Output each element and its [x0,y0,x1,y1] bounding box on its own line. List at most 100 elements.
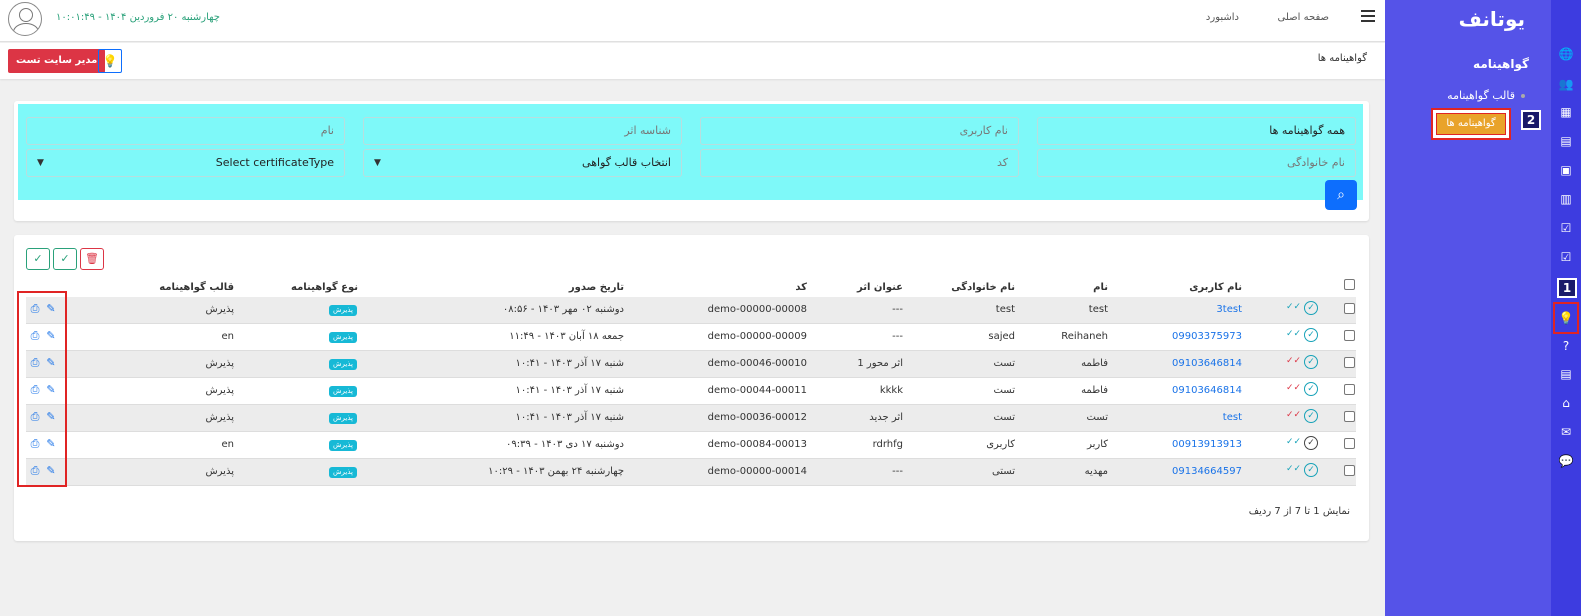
col-work-title[interactable]: عنوان اثر [857,282,903,293]
cell-issue-date: شنبه ۱۷ آذر ۱۴۰۳ - ۱۰:۴۱ [515,358,624,369]
cell-username[interactable]: test [1223,412,1242,423]
checkbox-icon-2[interactable]: ☑ [1558,249,1574,265]
check-circle-icon[interactable]: ✓ [1304,382,1318,396]
menu-icon[interactable] [1361,10,1375,22]
row-checkbox[interactable] [1344,330,1355,341]
cell-family: تستی [991,466,1015,477]
cell-username[interactable]: 3test [1216,304,1242,315]
building-icon[interactable]: ▦ [1558,104,1574,120]
users-icon[interactable]: 👥 [1558,76,1574,92]
row-checkbox[interactable] [1344,357,1355,368]
col-name[interactable]: نام [1093,282,1108,293]
col-code[interactable]: کد [795,282,807,293]
name-input[interactable]: نام [26,117,345,145]
col-type[interactable]: نوع گواهینامه [291,282,358,293]
type-badge: پذیرش [329,332,357,343]
template-select-value: انتخاب قالب گواهی [582,156,671,169]
double-check-icon[interactable]: ✓✓ [1286,383,1301,393]
checkbox-icon[interactable]: ☑ [1558,220,1574,236]
cell-username[interactable]: 09103646814 [1172,358,1242,369]
globe-icon[interactable]: 🌐 [1558,46,1574,62]
username-input[interactable]: نام کاربری [700,117,1019,145]
col-username[interactable]: نام کاربری [1189,282,1242,293]
cell-template: پذیرش [205,412,234,423]
type-select[interactable]: ▼ Select certificateType [26,149,345,177]
cell-work-title: اثر محور 1 [857,358,903,369]
page-title: گواهینامه ها [1317,53,1367,64]
cell-code: demo-00046-00010 [707,358,807,369]
user-button[interactable]: مدیر سایت تست [8,49,106,73]
double-check-button[interactable]: ✓ [53,248,77,270]
check-circle-icon[interactable]: ✓ [1304,301,1318,315]
double-check-icon[interactable]: ✓✓ [1286,302,1301,312]
col-family[interactable]: نام خانوادگی [951,282,1015,293]
nav-home[interactable]: صفحه اصلی [1278,12,1329,23]
table-row: ✓ ✓✓ 09103646814 فاطمه تست kkkk demo-00044-000… [26,378,1356,405]
bulb-icon[interactable]: 💡 [98,49,122,73]
row-checkbox[interactable] [1344,438,1355,449]
cell-name: Reihaneh [1061,331,1108,342]
card-icon[interactable]: ▤ [1558,133,1574,149]
store-icon[interactable]: ⌂ [1558,395,1574,411]
book-icon[interactable]: ▥ [1558,191,1574,207]
chevron-down-icon: ▼ [374,158,381,168]
double-check-icon[interactable]: ✓✓ [1286,437,1301,447]
row-checkbox[interactable] [1344,411,1355,422]
table-row: ✓ ✓✓ 09103646814 فاطمه تست اثر محور 1 demo-000… [26,351,1356,378]
type-badge: پذیرش [329,359,357,370]
template-select[interactable]: ▼ انتخاب قالب گواهی [363,149,682,177]
delete-button[interactable]: 🗑 [80,248,104,270]
cell-username[interactable]: 09103646814 [1172,385,1242,396]
double-check-icon[interactable]: ✓✓ [1286,329,1301,339]
cell-work-title: اثر جدید [869,412,903,423]
cell-username[interactable]: 00913913913 [1172,439,1242,450]
name-placeholder: نام [320,124,334,137]
table-row: ✓ ✓✓ 3test test test --- demo-00000-00008 دوشنب… [26,297,1356,324]
nav-dashboard[interactable]: داشبورد [1206,12,1239,23]
row-checkbox[interactable] [1344,303,1355,314]
check-circle-icon[interactable]: ✓ [1304,436,1318,450]
double-check-icon[interactable]: ✓✓ [1286,410,1301,420]
sidebar-item-certificates[interactable]: گواهینامه ها [1431,108,1511,140]
table-row: ✓ ✓✓ 09903375973 Reihaneh sajed --- demo-00000… [26,324,1356,351]
chevron-down-icon: ▼ [37,158,44,168]
double-check-icon[interactable]: ✓✓ [1286,356,1301,366]
sidebar-title[interactable]: گواهینامه [1473,57,1529,71]
help-icon[interactable]: ? [1558,338,1574,354]
certificate-select[interactable]: همه گواهینامه ها [1037,117,1356,145]
cell-issue-date: دوشنبه ۰۲ مهر ۱۴۰۳ - ۰۸:۵۶ [502,304,624,315]
search-button[interactable]: ⌕ [1325,180,1357,210]
list-icon[interactable]: ▤ [1558,366,1574,382]
type-badge: پذیرش [329,386,357,397]
sidebar-item-label: گواهینامه ها [1436,113,1506,135]
row-checkbox[interactable] [1344,465,1355,476]
check-circle-icon[interactable]: ✓ [1304,409,1318,423]
family-input[interactable]: نام خانوادگی [1037,149,1356,177]
mail-icon[interactable]: ✉ [1558,424,1574,440]
cell-name: مهدیه [1084,466,1108,477]
sidebar-item-certificate-template[interactable]: قالب گواهینامه [1447,89,1525,102]
check-circle-icon[interactable]: ✓ [1304,355,1318,369]
select-all-checkbox[interactable] [1344,279,1355,290]
work-id-input[interactable]: شناسه اثر [363,117,682,145]
app-logo[interactable]: یوتانف [1459,7,1525,31]
double-check-icon[interactable]: ✓✓ [1286,464,1301,474]
step-badge-1: 1 [1557,278,1577,298]
cell-username[interactable]: 09134664597 [1172,466,1242,477]
col-issue-date[interactable]: تاریخ صدور [569,282,624,293]
top-bar: صفحه اصلی داشبورد چهارشنبه ۲۰ فروردین ۱۴… [0,0,1385,42]
check-circle-icon[interactable]: ✓ [1304,463,1318,477]
cell-code: demo-00044-00011 [707,385,807,396]
approve-button[interactable]: ✓ [26,248,50,270]
type-badge: پذیرش [329,413,357,424]
check-circle-icon[interactable]: ✓ [1304,328,1318,342]
col-template[interactable]: قالب گواهینامه [159,282,234,293]
chat-icon[interactable]: 💬 [1558,453,1574,469]
avatar[interactable] [8,2,42,36]
cell-username[interactable]: 09903375973 [1172,331,1242,342]
person-card-icon[interactable]: ▣ [1558,162,1574,178]
row-checkbox[interactable] [1344,384,1355,395]
code-input[interactable]: کد [700,149,1019,177]
double-check-icon: ✓ [60,252,70,265]
cell-name: فاطمه [1081,385,1108,396]
